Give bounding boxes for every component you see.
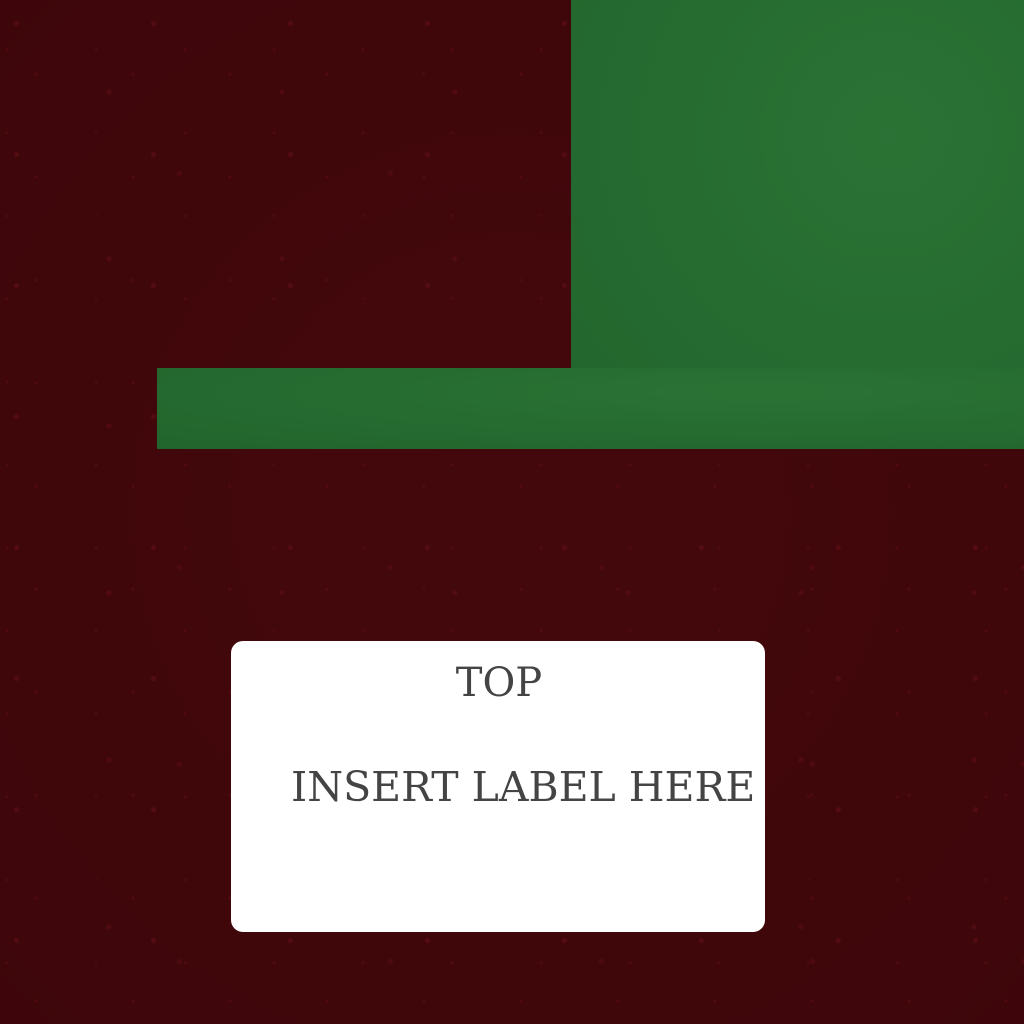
label-card: TOP INSERT LABEL HERE (231, 641, 765, 932)
label-top-text: TOP (455, 660, 543, 706)
green-panel-bar (157, 368, 1024, 449)
box-template-canvas: TOP INSERT LABEL HERE (0, 0, 1024, 1024)
label-main-text: INSERT LABEL HERE (291, 763, 756, 811)
